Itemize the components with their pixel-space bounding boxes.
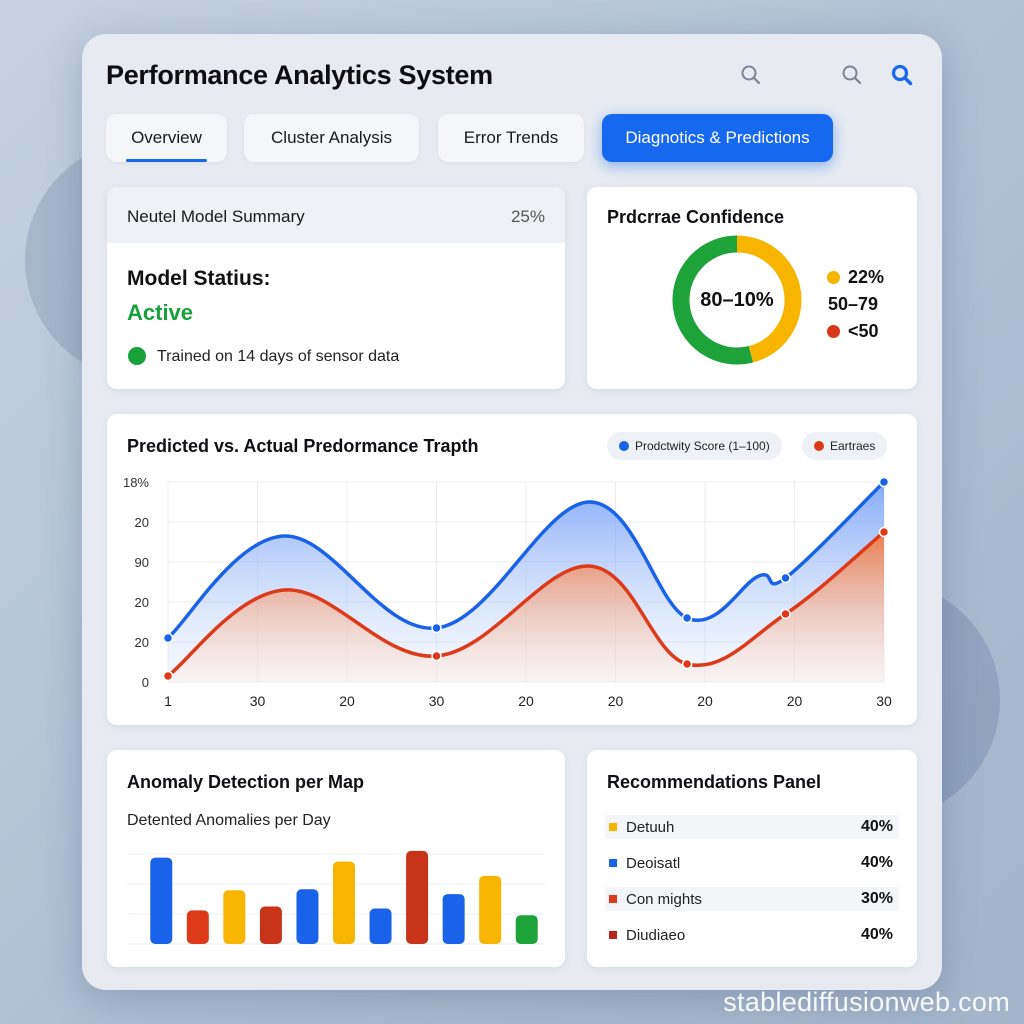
legend-item: <50 — [827, 321, 879, 342]
legend-item: 22% — [827, 267, 884, 288]
recommendation-row[interactable]: Deoisatl 40% — [605, 851, 899, 875]
summary-percent: 25% — [510, 207, 545, 226]
anomaly-bar — [223, 890, 246, 944]
tab-label: Cluster Analysis — [271, 128, 392, 147]
y-tick-label: 20 — [135, 635, 149, 650]
confidence-title: Prdcrrae Confidence — [607, 207, 785, 227]
y-tick-label: 90 — [135, 555, 149, 570]
status-title: Model Statius: — [127, 267, 271, 290]
x-tick-label: 1 — [164, 693, 172, 709]
series-point — [681, 658, 693, 670]
confidence-card: Prdcrrae Confidence 80–10% 22% 50–79 <50 — [587, 187, 917, 389]
rec-marker — [609, 859, 617, 867]
tab-diagnostics-predictions[interactable]: Diagnotics & Predictions — [602, 114, 833, 162]
x-tick-label: 30 — [876, 693, 892, 709]
model-summary-card: Neutel Model Summary 25% Model Statius: … — [107, 187, 565, 389]
anomaly-bar — [259, 906, 282, 944]
rec-label: Detuuh — [626, 818, 675, 836]
series-point — [681, 612, 693, 624]
watermark: stablediffusionweb.com — [723, 987, 1010, 1017]
rec-marker — [609, 931, 617, 939]
trend-chart-card: Predicted vs. Actual Predormance Trapth … — [107, 414, 917, 725]
legend-dot — [827, 325, 840, 338]
rec-label: Con mights — [626, 890, 702, 908]
status-dot — [128, 347, 146, 365]
rec-marker — [609, 895, 617, 903]
tab-cluster-analysis[interactable]: Cluster Analysis — [244, 114, 419, 162]
anomaly-bar — [369, 908, 392, 944]
tab-label: Diagnotics & Predictions — [625, 128, 810, 147]
y-tick-label: 20 — [135, 515, 149, 530]
anomaly-bar — [333, 861, 355, 944]
tab-error-trends[interactable]: Error Trends — [438, 114, 584, 162]
anomaly-bar — [406, 850, 429, 944]
rec-label: Deoisatl — [626, 854, 681, 872]
y-tick-label: 20 — [135, 595, 149, 610]
legend-label: 50–79 — [828, 294, 879, 314]
anomaly-bar — [296, 889, 319, 944]
series-point — [431, 622, 442, 634]
tab-label: Overview — [131, 128, 202, 147]
series-point — [780, 608, 791, 620]
x-tick-label: 20 — [339, 693, 355, 709]
legend-label: 22% — [848, 267, 885, 287]
recommendation-row[interactable]: Diudiaeo 40% — [605, 923, 899, 947]
legend-item: 50–79 — [828, 294, 878, 315]
search-icon[interactable] — [740, 64, 762, 86]
series-point — [878, 526, 890, 538]
series-point — [878, 476, 890, 488]
status-value: Active — [127, 300, 194, 325]
x-tick-label: 20 — [697, 693, 713, 709]
recommendation-row[interactable]: Detuuh 40% — [605, 815, 899, 839]
tab-overview[interactable]: Overview — [106, 114, 227, 162]
tab-label: Error Trends — [463, 128, 559, 147]
x-tick-label: 20 — [608, 693, 624, 709]
y-tick-label: 18% — [123, 475, 149, 490]
rec-marker — [609, 823, 617, 831]
legend-dot — [827, 271, 840, 284]
anomaly-bar — [186, 910, 209, 944]
x-tick-label: 30 — [429, 693, 445, 709]
trend-chart: 18% 20 90 20 20 01 30 20 30 20 20 20 20 30 — [123, 475, 892, 709]
recommendation-row[interactable]: Con mights 30% — [605, 887, 899, 911]
rec-label: Diudiaeo — [626, 926, 686, 944]
anomaly-bar — [479, 875, 502, 944]
active-tab-underline — [126, 159, 207, 162]
recommendations-title: Recommendations Panel — [607, 772, 822, 792]
legend-label: <50 — [848, 321, 879, 341]
series-point — [780, 572, 791, 584]
y-tick-label: 0 — [142, 675, 149, 690]
anomaly-bar — [150, 857, 173, 944]
status-note: Trained on 14 days of sensor data — [157, 348, 400, 365]
recommendations-card: Recommendations Panel Detuuh 40% Deoisat… — [587, 750, 917, 967]
app-window: Performance Analytics System Overview Cl… — [82, 34, 942, 990]
x-tick-label: 20 — [518, 693, 534, 709]
series-point — [431, 650, 442, 662]
search-icon[interactable] — [841, 64, 863, 86]
donut-center-label: 80–10% — [700, 288, 774, 311]
summary-label: Neutel Model Summary — [127, 207, 305, 226]
x-tick-label: 30 — [250, 693, 266, 709]
x-tick-label: 20 — [787, 693, 803, 709]
rec-value: 40% — [860, 926, 893, 943]
app-title: Performance Analytics System — [106, 60, 493, 90]
series-point — [162, 670, 174, 682]
search-icon[interactable] — [891, 64, 913, 86]
rec-value: 40% — [860, 818, 893, 835]
anomaly-bar — [442, 894, 465, 944]
confidence-donut: 80–10% — [672, 235, 802, 365]
anomaly-bar — [515, 915, 538, 944]
anomaly-bar-chart — [127, 850, 545, 945]
series-point — [162, 632, 174, 644]
rec-value: 30% — [860, 890, 893, 907]
rec-value: 40% — [860, 854, 893, 871]
anomaly-card: Anomaly Detection per Map Detented Anoma… — [107, 750, 565, 967]
